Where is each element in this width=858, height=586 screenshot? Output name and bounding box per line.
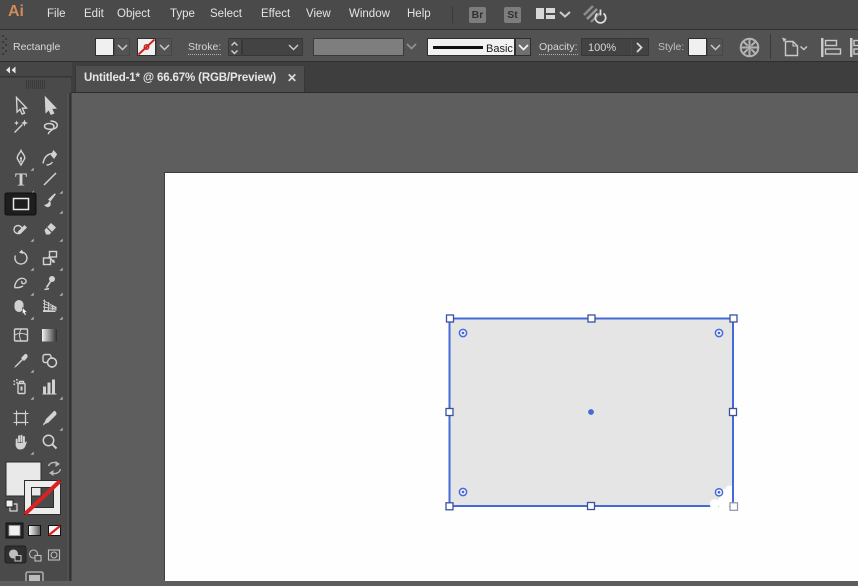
- svg-text:T: T: [15, 170, 27, 190]
